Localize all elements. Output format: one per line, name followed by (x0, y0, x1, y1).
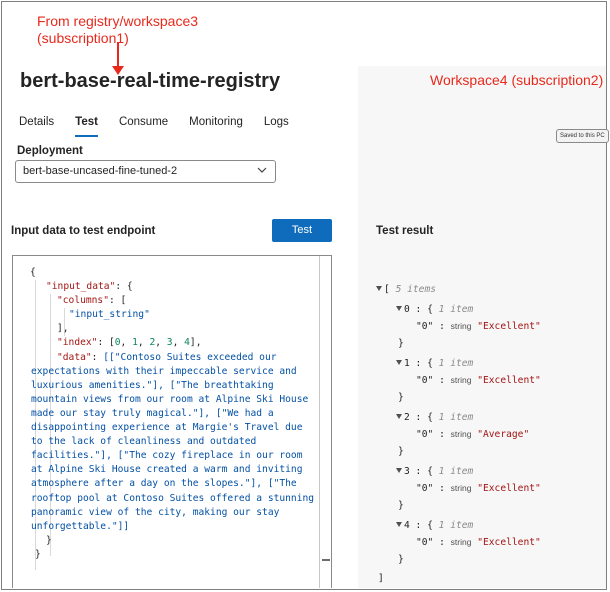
source-annotation: From registry/workspace3 (subscription1) (37, 13, 199, 46)
editor-scrollbar[interactable] (319, 256, 331, 588)
result-field: "0" : string "Excellent" (416, 537, 541, 548)
tab-bar: Details Test Consume Monitoring Logs (19, 116, 310, 137)
tab-monitoring[interactable]: Monitoring (189, 116, 243, 134)
request-code: { "input_data": { "columns": [ "input_st… (30, 267, 315, 560)
collapse-triangle-icon[interactable] (396, 360, 402, 365)
result-field: "0" : string "Excellent" (416, 483, 541, 494)
deployment-label: Deployment (17, 145, 83, 157)
collapse-triangle-icon[interactable] (396, 468, 402, 473)
result-item: 4 : { 1 item (396, 519, 473, 533)
collapse-triangle-icon[interactable] (376, 286, 382, 291)
input-section-title: Input data to test endpoint (11, 225, 156, 237)
annotation-arrow-shaft (117, 42, 119, 68)
result-root-close: ] (378, 573, 384, 584)
result-item: 2 : { 1 item (396, 411, 473, 425)
result-field: "0" : string "Excellent" (416, 321, 541, 332)
target-annotation: Workspace4 (subscription2) (430, 72, 604, 88)
result-item-close: } (398, 554, 404, 565)
saved-badge: Saved to this PC (556, 129, 609, 143)
tab-consume[interactable]: Consume (119, 116, 168, 134)
request-editor[interactable]: { "input_data": { "columns": [ "input_st… (12, 255, 332, 588)
test-button[interactable]: Test (272, 219, 332, 242)
result-item-close: } (398, 500, 404, 511)
page-title: bert-base-real-time-registry (20, 70, 281, 92)
tab-logs[interactable]: Logs (264, 116, 289, 134)
result-root: [ 5 items (376, 283, 436, 297)
result-section-title: Test result (376, 225, 434, 237)
tab-test[interactable]: Test (75, 116, 98, 137)
deployment-select-value: bert-base-uncased-fine-tuned-2 (23, 165, 178, 177)
result-item-close: } (398, 338, 404, 349)
chevron-down-icon (257, 167, 267, 173)
result-item-close: } (398, 392, 404, 403)
collapse-triangle-icon[interactable] (396, 414, 402, 419)
result-item: 1 : { 1 item (396, 357, 473, 371)
result-field: "0" : string "Excellent" (416, 375, 541, 386)
collapse-triangle-icon[interactable] (396, 522, 402, 527)
result-item-close: } (398, 446, 404, 457)
collapse-triangle-icon[interactable] (396, 306, 402, 311)
result-item: 0 : { 1 item (396, 303, 473, 317)
result-field: "0" : string "Average" (416, 429, 530, 440)
tab-details[interactable]: Details (19, 116, 54, 134)
scrollbar-thumb[interactable] (322, 559, 330, 561)
deployment-select[interactable]: bert-base-uncased-fine-tuned-2 (15, 160, 276, 183)
result-item: 3 : { 1 item (396, 465, 473, 479)
